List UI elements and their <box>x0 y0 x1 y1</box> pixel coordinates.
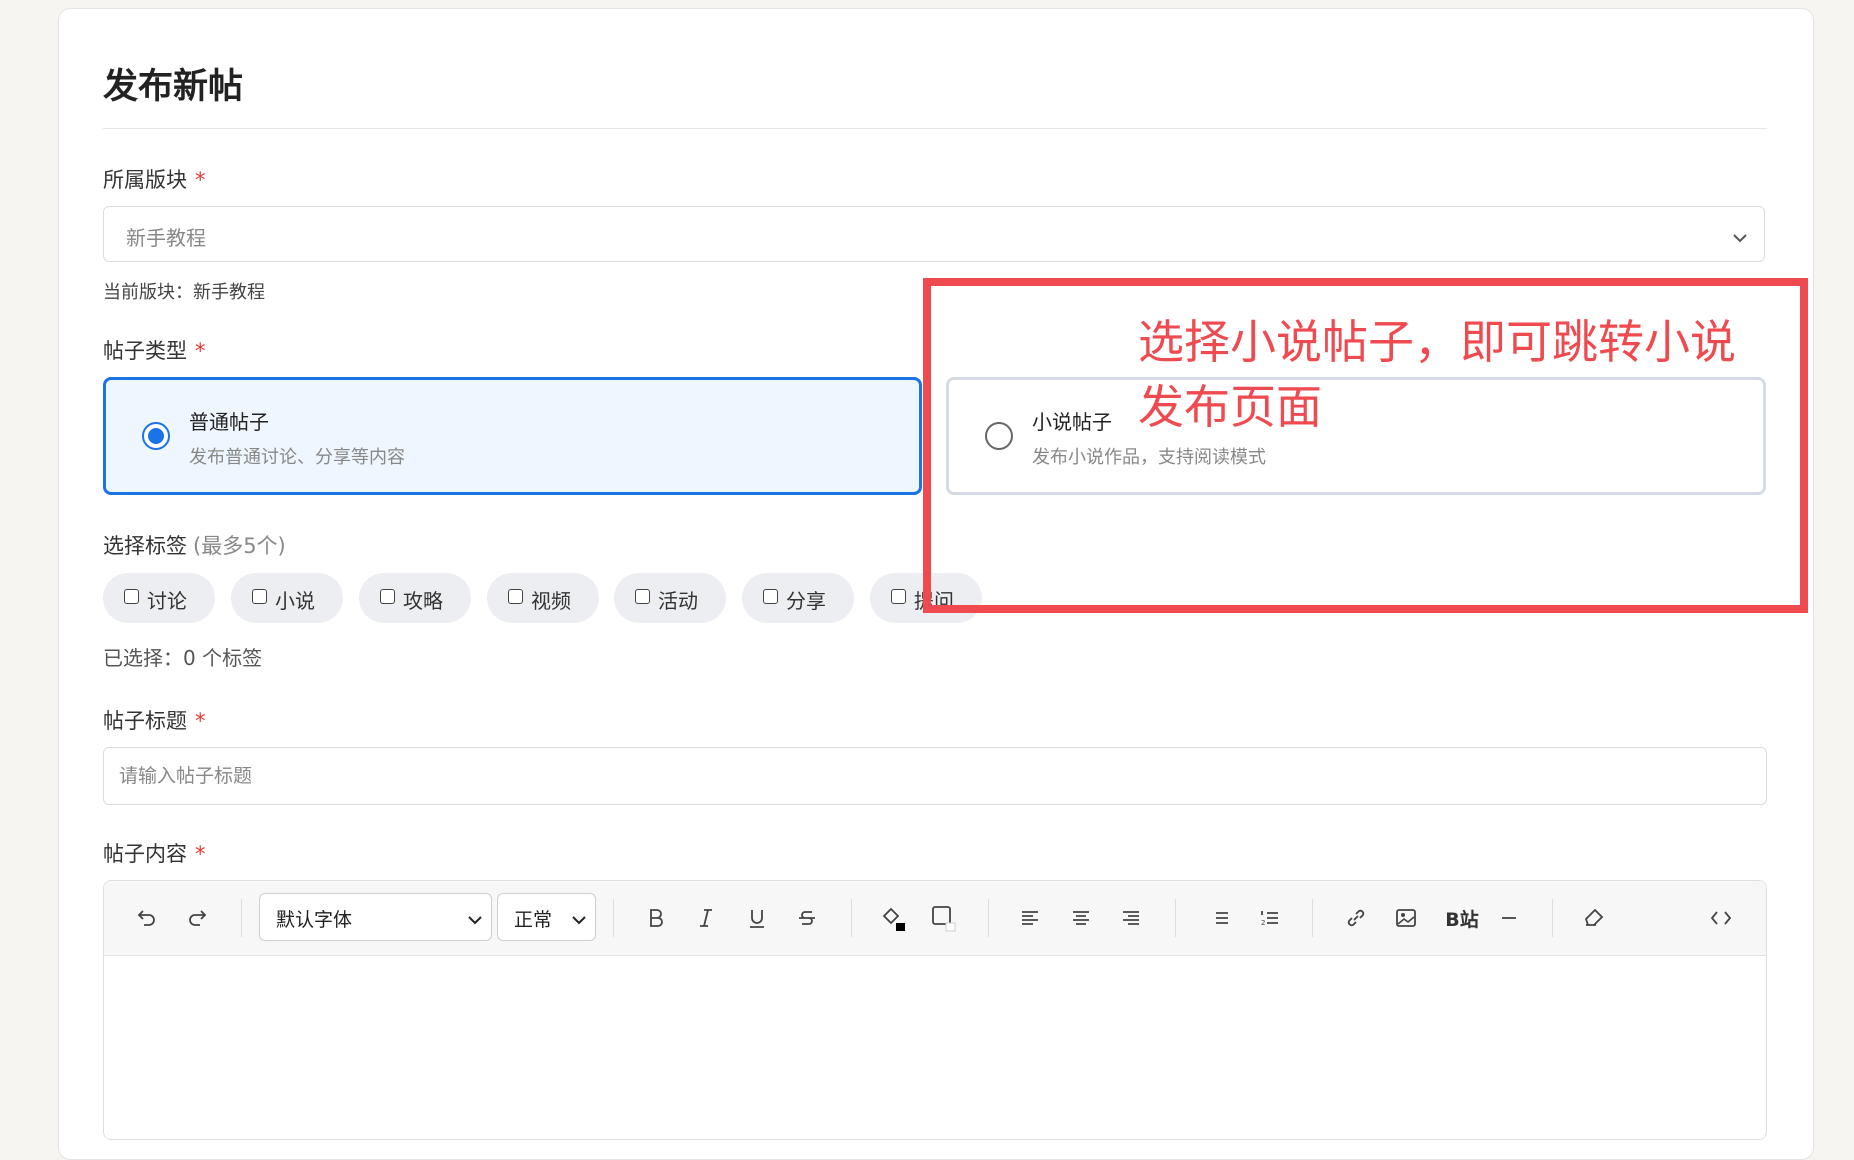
current-board-info: 当前版块：新手教程 <box>103 282 265 303</box>
tags-label-text: 选择标签 <box>103 534 187 558</box>
bilibili-label: B站 <box>1445 908 1479 931</box>
bilibili-embed-button[interactable]: B站 <box>1432 898 1492 938</box>
italic-icon[interactable] <box>686 898 726 938</box>
checkbox-icon[interactable] <box>763 589 778 604</box>
checkbox-icon[interactable] <box>891 589 906 604</box>
editor-toolbar: 默认字体 正常 2 B站 <box>104 881 1766 956</box>
annotation-text: 选择小说帖子，即可跳转小说发布页面 <box>1138 315 1736 434</box>
checkbox-icon[interactable] <box>124 589 139 604</box>
tag-label: 分享 <box>786 589 826 613</box>
align-right-icon[interactable] <box>1111 898 1151 938</box>
undo-icon[interactable] <box>126 898 166 938</box>
required-mark: * <box>195 339 206 363</box>
svg-text:2: 2 <box>1261 919 1265 927</box>
tag-label: 小说 <box>275 589 315 613</box>
toolbar-separator <box>241 899 242 937</box>
underline-icon[interactable] <box>737 898 777 938</box>
toolbar-separator <box>1552 899 1553 937</box>
toolbar-separator <box>1175 899 1176 937</box>
post-title-input[interactable] <box>103 747 1767 805</box>
toolbar-separator <box>613 899 614 937</box>
tag-chip[interactable]: 攻略 <box>359 573 471 623</box>
editor-content-area[interactable] <box>104 955 1766 1139</box>
chevron-down-icon <box>467 909 483 931</box>
text-color-icon[interactable] <box>874 898 914 938</box>
tag-label: 讨论 <box>147 589 187 613</box>
numbered-list-icon[interactable]: 2 <box>1250 898 1290 938</box>
radio-selected-icon[interactable] <box>142 422 170 450</box>
rich-text-editor[interactable]: 默认字体 正常 2 B站 <box>103 880 1767 1140</box>
font-family-value: 默认字体 <box>276 909 353 931</box>
checkbox-icon[interactable] <box>252 589 267 604</box>
post-type-label: 帖子类型 * <box>103 335 206 365</box>
post-title-label: 帖子标题 * <box>103 705 206 735</box>
tag-label: 视频 <box>531 589 571 613</box>
required-mark: * <box>195 709 206 733</box>
checkbox-icon[interactable] <box>635 589 650 604</box>
background-color-icon[interactable] <box>924 898 964 938</box>
font-family-select[interactable]: 默认字体 <box>259 893 492 941</box>
post-content-label: 帖子内容 * <box>103 838 206 868</box>
board-label: 所属版块 * <box>103 164 206 194</box>
code-view-icon[interactable] <box>1701 898 1741 938</box>
page-title: 发布新帖 <box>103 67 244 107</box>
toolbar-separator <box>1312 899 1313 937</box>
heading-select[interactable]: 正常 <box>497 893 596 941</box>
checkbox-icon[interactable] <box>380 589 395 604</box>
post-type-desc: 发布普通讨论、分享等内容 <box>189 447 405 468</box>
tag-chip[interactable]: 小说 <box>231 573 343 623</box>
chevron-down-icon <box>1732 229 1748 248</box>
tag-chip[interactable]: 活动 <box>614 573 726 623</box>
chevron-down-icon <box>571 909 587 931</box>
bold-icon[interactable] <box>636 898 676 938</box>
post-content-label-text: 帖子内容 <box>103 842 187 866</box>
toolbar-separator <box>851 899 852 937</box>
tags-label: 选择标签 (最多5个) <box>103 530 286 560</box>
heading-value: 正常 <box>514 909 553 931</box>
redo-icon[interactable] <box>178 898 218 938</box>
board-label-text: 所属版块 <box>103 168 187 192</box>
post-type-normal-option[interactable]: 普通帖子 发布普通讨论、分享等内容 <box>103 377 922 495</box>
tag-chip[interactable]: 讨论 <box>103 573 215 623</box>
post-title-label-text: 帖子标题 <box>103 709 187 733</box>
bullet-list-icon[interactable] <box>1201 898 1241 938</box>
post-type-title: 普通帖子 <box>189 410 269 434</box>
toolbar-separator <box>988 899 989 937</box>
tag-label: 活动 <box>658 589 698 613</box>
board-select[interactable]: 新手教程 <box>103 206 1765 262</box>
selected-tags-count: 已选择：0 个标签 <box>103 646 263 670</box>
divider-icon[interactable] <box>1489 898 1529 938</box>
link-icon[interactable] <box>1336 898 1376 938</box>
board-select-value: 新手教程 <box>126 226 206 250</box>
strikethrough-icon[interactable] <box>787 898 827 938</box>
tag-label: 攻略 <box>403 589 443 613</box>
align-center-icon[interactable] <box>1061 898 1101 938</box>
tag-chip[interactable]: 视频 <box>487 573 599 623</box>
tags-hint: (最多5个) <box>193 534 286 558</box>
post-type-label-text: 帖子类型 <box>103 339 187 363</box>
image-icon[interactable] <box>1386 898 1426 938</box>
align-left-icon[interactable] <box>1010 898 1050 938</box>
required-mark: * <box>195 842 206 866</box>
required-mark: * <box>195 168 206 192</box>
tag-chip[interactable]: 分享 <box>742 573 854 623</box>
title-divider <box>103 128 1767 129</box>
checkbox-icon[interactable] <box>508 589 523 604</box>
clear-format-icon[interactable] <box>1574 898 1614 938</box>
